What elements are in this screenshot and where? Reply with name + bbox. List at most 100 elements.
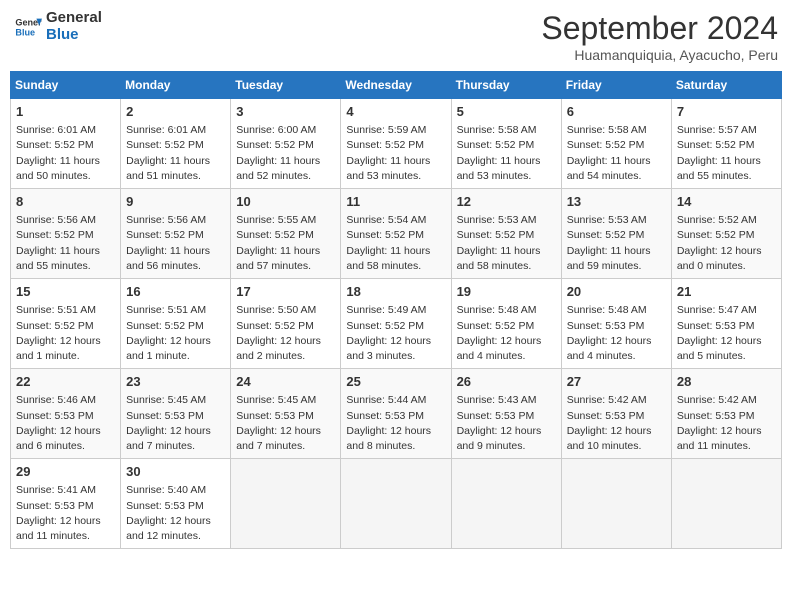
day-number: 14: [677, 193, 776, 211]
logo: General Blue General Blue: [14, 10, 102, 43]
calendar-cell: 14 Sunrise: 5:52 AMSunset: 5:52 PMDayligh…: [671, 189, 781, 279]
day-info: Sunrise: 5:53 AMSunset: 5:52 PMDaylight:…: [567, 213, 666, 274]
weekday-sunday: Sunday: [11, 72, 121, 99]
calendar-cell: 6 Sunrise: 5:58 AMSunset: 5:52 PMDaylight…: [561, 99, 671, 189]
day-number: 19: [457, 283, 556, 301]
day-number: 7: [677, 103, 776, 121]
day-info: Sunrise: 5:50 AMSunset: 5:52 PMDaylight:…: [236, 303, 335, 364]
day-info: Sunrise: 5:58 AMSunset: 5:52 PMDaylight:…: [567, 123, 666, 184]
day-info: Sunrise: 5:51 AMSunset: 5:52 PMDaylight:…: [126, 303, 225, 364]
day-info: Sunrise: 5:44 AMSunset: 5:53 PMDaylight:…: [346, 393, 445, 454]
day-number: 16: [126, 283, 225, 301]
day-number: 13: [567, 193, 666, 211]
day-number: 4: [346, 103, 445, 121]
calendar-cell: [451, 459, 561, 549]
day-number: 27: [567, 373, 666, 391]
calendar-cell: 8 Sunrise: 5:56 AMSunset: 5:52 PMDaylight…: [11, 189, 121, 279]
calendar-cell: 1Sunrise: 6:01 AMSunset: 5:52 PMDaylight…: [11, 99, 121, 189]
calendar-cell: 5Sunrise: 5:58 AMSunset: 5:52 PMDaylight…: [451, 99, 561, 189]
day-number: 24: [236, 373, 335, 391]
location-subtitle: Huamanquiquia, Ayacucho, Peru: [541, 47, 778, 63]
weekday-thursday: Thursday: [451, 72, 561, 99]
weekday-saturday: Saturday: [671, 72, 781, 99]
calendar-cell: 20 Sunrise: 5:48 AMSunset: 5:53 PMDayligh…: [561, 279, 671, 369]
weekday-tuesday: Tuesday: [231, 72, 341, 99]
calendar-cell: 29Sunrise: 5:41 AMSunset: 5:53 PMDayligh…: [11, 459, 121, 549]
calendar-cell: 4 Sunrise: 5:59 AMSunset: 5:52 PMDaylight…: [341, 99, 451, 189]
calendar-cell: [231, 459, 341, 549]
day-number: 12: [457, 193, 556, 211]
day-info: Sunrise: 5:48 AMSunset: 5:52 PMDaylight:…: [457, 303, 556, 364]
day-info: Sunrise: 5:56 AMSunset: 5:52 PMDaylight:…: [126, 213, 225, 274]
day-number: 28: [677, 373, 776, 391]
week-row-4: 22 Sunrise: 5:46 AMSunset: 5:53 PMDayligh…: [11, 369, 782, 459]
day-number: 2: [126, 103, 225, 121]
calendar-cell: [671, 459, 781, 549]
day-number: 6: [567, 103, 666, 121]
day-info: Sunrise: 5:49 AMSunset: 5:52 PMDaylight:…: [346, 303, 445, 364]
calendar-cell: 16 Sunrise: 5:51 AMSunset: 5:52 PMDayligh…: [121, 279, 231, 369]
calendar-cell: 12 Sunrise: 5:53 AMSunset: 5:52 PMDayligh…: [451, 189, 561, 279]
month-year-title: September 2024: [541, 10, 778, 47]
calendar-cell: 27Sunrise: 5:42 AMSunset: 5:53 PMDayligh…: [561, 369, 671, 459]
calendar-cell: [341, 459, 451, 549]
calendar-cell: 26 Sunrise: 5:43 AMSunset: 5:53 PMDayligh…: [451, 369, 561, 459]
logo-blue-text: Blue: [46, 27, 102, 44]
calendar-cell: 9 Sunrise: 5:56 AMSunset: 5:52 PMDaylight…: [121, 189, 231, 279]
week-row-5: 29Sunrise: 5:41 AMSunset: 5:53 PMDayligh…: [11, 459, 782, 549]
day-number: 11: [346, 193, 445, 211]
calendar-table: SundayMondayTuesdayWednesdayThursdayFrid…: [10, 71, 782, 549]
weekday-monday: Monday: [121, 72, 231, 99]
day-info: Sunrise: 5:46 AMSunset: 5:53 PMDaylight:…: [16, 393, 115, 454]
day-info: Sunrise: 5:41 AMSunset: 5:53 PMDaylight:…: [16, 483, 115, 544]
weekday-friday: Friday: [561, 72, 671, 99]
day-info: Sunrise: 5:48 AMSunset: 5:53 PMDaylight:…: [567, 303, 666, 364]
day-info: Sunrise: 5:47 AMSunset: 5:53 PMDaylight:…: [677, 303, 776, 364]
day-info: Sunrise: 5:45 AMSunset: 5:53 PMDaylight:…: [126, 393, 225, 454]
weekday-header-row: SundayMondayTuesdayWednesdayThursdayFrid…: [11, 72, 782, 99]
day-number: 3: [236, 103, 335, 121]
day-number: 15: [16, 283, 115, 301]
weekday-wednesday: Wednesday: [341, 72, 451, 99]
week-row-3: 15 Sunrise: 5:51 AMSunset: 5:52 PMDayligh…: [11, 279, 782, 369]
day-info: Sunrise: 5:56 AMSunset: 5:52 PMDaylight:…: [16, 213, 115, 274]
logo-general-text: General: [46, 10, 102, 27]
calendar-body: 1Sunrise: 6:01 AMSunset: 5:52 PMDaylight…: [11, 99, 782, 549]
day-number: 23: [126, 373, 225, 391]
day-number: 20: [567, 283, 666, 301]
day-info: Sunrise: 5:59 AMSunset: 5:52 PMDaylight:…: [346, 123, 445, 184]
calendar-cell: 22 Sunrise: 5:46 AMSunset: 5:53 PMDayligh…: [11, 369, 121, 459]
day-info: Sunrise: 6:01 AMSunset: 5:52 PMDaylight:…: [16, 123, 115, 184]
day-number: 9: [126, 193, 225, 211]
svg-text:Blue: Blue: [15, 27, 35, 37]
calendar-cell: 3 Sunrise: 6:00 AMSunset: 5:52 PMDaylight…: [231, 99, 341, 189]
day-number: 8: [16, 193, 115, 211]
day-info: Sunrise: 5:53 AMSunset: 5:52 PMDaylight:…: [457, 213, 556, 274]
calendar-cell: 24Sunrise: 5:45 AMSunset: 5:53 PMDayligh…: [231, 369, 341, 459]
day-info: Sunrise: 5:54 AMSunset: 5:52 PMDaylight:…: [346, 213, 445, 274]
day-number: 18: [346, 283, 445, 301]
day-number: 30: [126, 463, 225, 481]
week-row-1: 1Sunrise: 6:01 AMSunset: 5:52 PMDaylight…: [11, 99, 782, 189]
calendar-cell: 19 Sunrise: 5:48 AMSunset: 5:52 PMDayligh…: [451, 279, 561, 369]
day-info: Sunrise: 5:42 AMSunset: 5:53 PMDaylight:…: [677, 393, 776, 454]
calendar-cell: 10Sunrise: 5:55 AMSunset: 5:52 PMDayligh…: [231, 189, 341, 279]
day-number: 22: [16, 373, 115, 391]
day-number: 21: [677, 283, 776, 301]
day-info: Sunrise: 5:52 AMSunset: 5:52 PMDaylight:…: [677, 213, 776, 274]
day-info: Sunrise: 6:00 AMSunset: 5:52 PMDaylight:…: [236, 123, 335, 184]
logo-icon: General Blue: [14, 13, 42, 41]
calendar-cell: 2Sunrise: 6:01 AMSunset: 5:52 PMDaylight…: [121, 99, 231, 189]
day-info: Sunrise: 5:51 AMSunset: 5:52 PMDaylight:…: [16, 303, 115, 364]
day-info: Sunrise: 5:43 AMSunset: 5:53 PMDaylight:…: [457, 393, 556, 454]
day-number: 26: [457, 373, 556, 391]
day-info: Sunrise: 5:57 AMSunset: 5:52 PMDaylight:…: [677, 123, 776, 184]
day-number: 10: [236, 193, 335, 211]
calendar-cell: 21 Sunrise: 5:47 AMSunset: 5:53 PMDayligh…: [671, 279, 781, 369]
calendar-cell: 11 Sunrise: 5:54 AMSunset: 5:52 PMDayligh…: [341, 189, 451, 279]
calendar-cell: 13 Sunrise: 5:53 AMSunset: 5:52 PMDayligh…: [561, 189, 671, 279]
calendar-cell: 28 Sunrise: 5:42 AMSunset: 5:53 PMDayligh…: [671, 369, 781, 459]
calendar-cell: 25Sunrise: 5:44 AMSunset: 5:53 PMDayligh…: [341, 369, 451, 459]
title-block: September 2024 Huamanquiquia, Ayacucho, …: [541, 10, 778, 63]
calendar-cell: 23 Sunrise: 5:45 AMSunset: 5:53 PMDayligh…: [121, 369, 231, 459]
